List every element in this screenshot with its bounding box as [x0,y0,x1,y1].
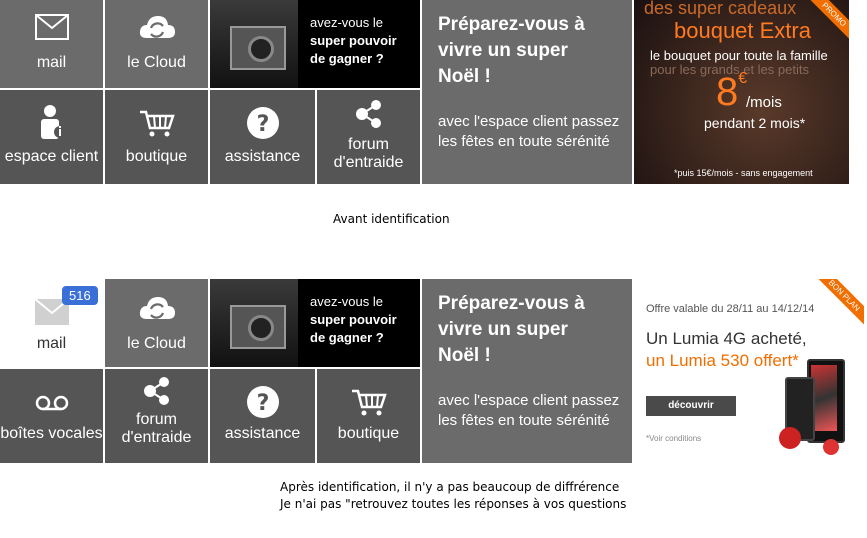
tile-forum[interactable]: forum d'entraide [105,369,208,463]
user-info-icon [40,105,66,139]
decouvrir-button[interactable]: découvrir [646,396,736,416]
svg-text:?: ? [256,391,269,416]
caption-after-2: Je n'ai pas "retrouvez toutes les répons… [280,497,627,511]
tile-boutique-label: boutique [125,148,188,165]
share-network-icon [355,100,381,128]
promo-badge: PROMO [804,0,849,44]
ad-line-1: Un Lumia 4G acheté, [646,329,807,348]
tile-boutique[interactable]: boutique [317,369,420,463]
camera-icon [210,279,298,367]
tile-assistance-label: assistance [224,425,301,442]
ad-per-month: /mois [746,94,782,111]
svg-text:?: ? [256,112,269,137]
tile-mail-label: mail [36,335,67,352]
promo-text: avez-vous le super pouvoir de gagner ? [310,294,397,345]
caption-before: Avant identification [333,212,450,226]
ad-line-1: le bouquet pour toute la famille [650,48,828,63]
bon-plan-badge: BON PLAN [809,279,864,330]
tile-mail[interactable]: mail [0,0,103,88]
tile-forum[interactable]: forum d'entraide [317,90,420,184]
noel-block[interactable]: Préparez-vous à vivre un super Noël ! av… [422,279,632,463]
noel-title: Préparez-vous à vivre un super Noël ! [438,14,585,87]
ad-price: 8€ [716,70,748,114]
tile-espace-client-label: espace client [4,148,99,165]
tile-boutique[interactable]: boutique [105,90,208,184]
gopro-promo-banner[interactable]: avez-vous le super pouvoir de gagner ? [210,279,420,367]
camera-icon [210,0,298,88]
bottom-panel: 516 mail le Cloud avez-vous le super pou… [0,279,867,463]
tile-assistance[interactable]: ? assistance [210,90,315,184]
noel-body: avec l'espace client passez les fêtes en… [438,392,620,429]
tile-voicemail[interactable]: boîtes vocales [0,369,103,463]
tile-boutique-label: boutique [337,425,400,442]
envelope-icon [34,14,69,40]
top-panel: mail le Cloud avez-vous le super pouvoir… [0,0,867,184]
voicemail-icon [35,395,68,411]
tile-forum-label: forum d'entraide [333,136,404,171]
share-network-icon [143,377,169,405]
promo-text: avez-vous le super pouvoir de gagner ? [310,15,397,66]
tile-cloud-label: le Cloud [127,335,186,352]
bouquet-extra-ad[interactable]: des super cadeaux bouquet Extra le bouqu… [634,0,849,184]
tile-cloud[interactable]: le Cloud [105,279,208,367]
gopro-promo-banner[interactable]: avez-vous le super pouvoir de gagner ? [210,0,420,88]
cloud-sync-icon [139,297,175,319]
lumia-ad[interactable]: Offre valable du 28/11 au 14/12/14 Un Lu… [634,279,864,463]
tile-assistance-label: assistance [224,148,301,165]
tile-cloud[interactable]: le Cloud [105,0,208,88]
tile-assistance[interactable]: ? assistance [210,369,315,463]
question-icon: ? [246,107,279,139]
caption-after-1: Après identification, il n'y a pas beauc… [280,480,620,494]
shopping-cart-icon [139,110,175,137]
noel-body: avec l'espace client passez les fêtes en… [438,113,620,150]
question-icon: ? [246,386,279,418]
ad-validity: Offre valable du 28/11 au 14/12/14 [646,303,815,315]
shopping-cart-icon [351,389,387,416]
tile-voicemail-label: boîtes vocales [0,425,103,442]
cloud-sync-icon [139,16,175,38]
ad-headline-1: des super cadeaux [644,0,797,18]
ad-footnote: *puis 15€/mois - sans engagement [674,168,813,178]
tile-espace-client[interactable]: espace client [0,90,103,184]
tile-mail[interactable]: 516 mail [0,279,103,367]
ad-conditions: *Voir conditions [646,434,702,443]
ad-duration: pendant 2 mois* [704,115,806,131]
ad-line-2: un Lumia 530 offert* [646,351,799,370]
tile-forum-label: forum d'entraide [121,411,192,446]
tile-mail-label: mail [36,54,67,71]
noel-block[interactable]: Préparez-vous à vivre un super Noël ! av… [422,0,632,184]
noel-title: Préparez-vous à vivre un super Noël ! [438,293,585,366]
ad-headline-2: bouquet Extra [674,18,811,43]
mail-count-badge: 516 [62,286,98,305]
phones-image [779,359,849,459]
tile-cloud-label: le Cloud [127,54,186,71]
